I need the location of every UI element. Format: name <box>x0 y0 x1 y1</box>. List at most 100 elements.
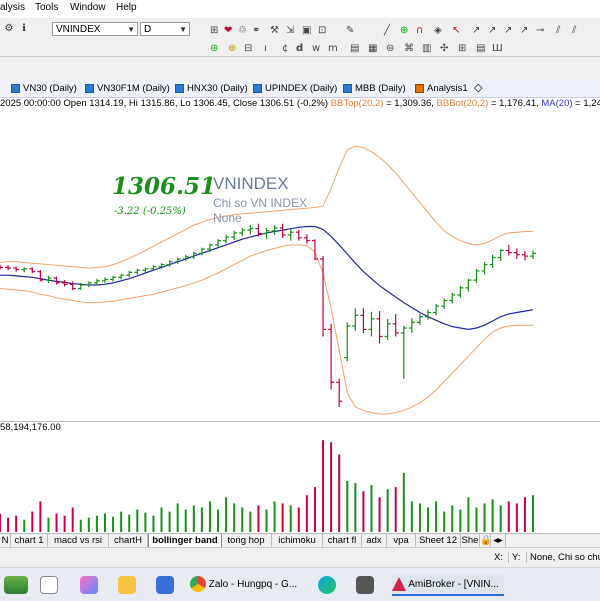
menu-tools[interactable]: Tools <box>35 2 58 13</box>
edge-icon[interactable] <box>318 576 336 594</box>
sheet-tab[interactable]: tong hop <box>221 534 272 547</box>
settings-icon[interactable]: ⚙ <box>2 22 16 36</box>
sheet-tab[interactable]: macd vs rsi <box>48 534 109 547</box>
price-bar <box>101 277 108 283</box>
volume-bar <box>112 516 115 532</box>
ma20-line <box>0 225 534 331</box>
tab-hnx30[interactable]: HNX30 (Daily) <box>174 81 248 96</box>
sheet-tab[interactable]: chart fl <box>323 534 362 547</box>
volume-bar <box>402 472 405 532</box>
svg-text:↖: ↖ <box>452 25 460 36</box>
price-bar <box>21 267 28 273</box>
volume-bar <box>427 507 430 532</box>
task-view-icon[interactable] <box>40 576 58 594</box>
volume-bar <box>362 491 365 532</box>
tab-analysis1[interactable]: Analysis1 <box>414 81 468 96</box>
volume-bar <box>289 505 292 532</box>
tab-vn30[interactable]: VN30 (Daily) <box>10 81 77 96</box>
chevron-down-icon: ▼ <box>179 25 187 34</box>
toolbar-row-2 <box>0 57 600 80</box>
menu-window[interactable]: Window <box>70 2 106 13</box>
volume-bar <box>176 503 179 532</box>
menu-analysis[interactable]: alysis <box>0 2 25 13</box>
volume-bar <box>7 517 10 532</box>
price-chart-pane[interactable]: 1306.51 VNINDEX -3.22 (-0.25%) Chi so VN… <box>0 111 600 421</box>
chrome-icon <box>190 576 206 593</box>
weather-icon[interactable] <box>4 576 28 594</box>
drawing-tool-icons[interactable]: ⊞ ❤ ♲ ⚭ ⚒ ⇲ ▣ ⊡ ✎ ╱ ⊕ ∩ ◈ ↖ ↗ ↗ ↗ ↗ ⊸ ⫽ ⫽ ⊛ ⊕ ⊟ ı ¢ d w m ▤ ▦ ⊜ ⌘… <box>190 18 600 56</box>
chart-icon <box>11 84 20 93</box>
volume-bar <box>233 503 236 532</box>
tab-label: MBB (Daily) <box>355 83 406 94</box>
scroll-tabs-icon[interactable]: ◂▸ <box>491 534 506 547</box>
svg-text:⚒: ⚒ <box>270 25 279 36</box>
bbbot-label: BBBot(20,2) <box>436 98 489 109</box>
svg-text:▥: ▥ <box>422 43 431 54</box>
svg-text:▣: ▣ <box>302 25 311 36</box>
price-change: -3.22 (-0.25%) <box>114 206 186 217</box>
volume-bar <box>200 507 203 532</box>
interval-select[interactable]: D ▼ <box>140 22 190 36</box>
tab-more-icon[interactable]: ◇ <box>474 81 482 96</box>
toolbar-area: ⚙ ℹ VNINDEX ▼ D ▼ ⊞ ❤ ♲ ⚭ ⚒ ⇲ ▣ ⊡ ✎ ╱ ⊕ ∩ ◈ ↖ ↗ ↗ ↗ ↗ ⊸ ⫽… <box>0 18 600 57</box>
lock-icon[interactable]: 🔒 <box>480 534 492 547</box>
volume-pane[interactable]: 58,194,176.00 <box>0 421 600 534</box>
store-icon[interactable] <box>156 576 174 594</box>
price-bar <box>449 292 456 304</box>
volume-bar <box>515 503 518 532</box>
tab-label: VN30 (Daily) <box>23 83 77 94</box>
volume-bar <box>63 515 66 532</box>
volume-bar <box>23 519 26 532</box>
volume-bar <box>499 505 502 532</box>
sheet-tab[interactable]: vpa <box>387 534 416 547</box>
menu-help[interactable]: Help <box>116 2 137 13</box>
svg-text:↗: ↗ <box>488 25 496 36</box>
volume-bar <box>217 509 220 532</box>
price-bar <box>336 378 343 407</box>
sheet-tab-active[interactable]: bollinger band <box>148 534 222 548</box>
svg-text:m: m <box>328 43 338 54</box>
sheet-tab[interactable]: ichimoku <box>272 534 323 547</box>
sheet-tab[interactable]: adx <box>362 534 387 547</box>
price-bar <box>497 249 504 262</box>
taskbar-zalo[interactable]: Zalo - Hungpq - G... <box>190 574 302 596</box>
chart-symbol-title: VNINDEX <box>213 174 289 193</box>
tab-mbb[interactable]: MBB (Daily) <box>342 81 406 96</box>
svg-text:▤: ▤ <box>476 43 485 54</box>
volume-bar <box>330 442 333 532</box>
sheet-tab[interactable]: chart 1 <box>11 534 48 547</box>
windows-taskbar: Zalo - Hungpq - G... AmiBroker - [VNIN..… <box>0 567 600 601</box>
volume-bar <box>378 497 381 532</box>
price-chart[interactable] <box>0 111 600 421</box>
file-explorer-icon[interactable] <box>118 576 136 594</box>
svg-text:⇲: ⇲ <box>286 25 295 36</box>
taskbar-amibroker[interactable]: AmiBroker - [VNIN... <box>392 574 504 596</box>
volume-chart[interactable] <box>0 422 600 534</box>
chart-window-tabs: VN30 (Daily) VN30F1M (Daily) HNX30 (Dail… <box>0 80 600 98</box>
ohlc-text: 2025 00:00:00 Open 1314.19, Hi 1315.86, … <box>0 98 331 109</box>
sheet-tab[interactable]: Sheet 12 <box>416 534 461 547</box>
sheet-tab[interactable]: chartH <box>109 534 148 547</box>
svg-text:✣: ✣ <box>440 43 448 54</box>
volume-bar <box>483 503 486 532</box>
symbol-input[interactable]: VNINDEX ▼ <box>52 22 138 36</box>
svg-text:⚭: ⚭ <box>252 25 260 36</box>
sheet-tab[interactable]: She <box>461 534 480 547</box>
price-bar <box>239 227 246 237</box>
volume-bar <box>523 497 526 532</box>
volume-bar <box>394 487 397 532</box>
chevron-down-icon: ▼ <box>127 25 135 34</box>
svg-text:⊜: ⊜ <box>386 43 394 54</box>
info-icon[interactable]: ℹ <box>17 22 31 36</box>
svg-text:❤: ❤ <box>224 25 232 36</box>
tab-vn30f1m[interactable]: VN30F1M (Daily) <box>84 81 170 96</box>
svg-text:ı: ı <box>264 43 267 54</box>
svg-text:⊞: ⊞ <box>458 43 466 54</box>
volume-bar <box>257 505 260 532</box>
sheet-tab[interactable]: N <box>0 534 11 547</box>
volume-bar <box>208 501 211 532</box>
tab-upindex[interactable]: UPINDEX (Daily) <box>252 81 337 96</box>
volume-bar <box>491 499 494 532</box>
app-icon[interactable] <box>356 576 374 594</box>
copilot-icon[interactable] <box>80 576 98 594</box>
